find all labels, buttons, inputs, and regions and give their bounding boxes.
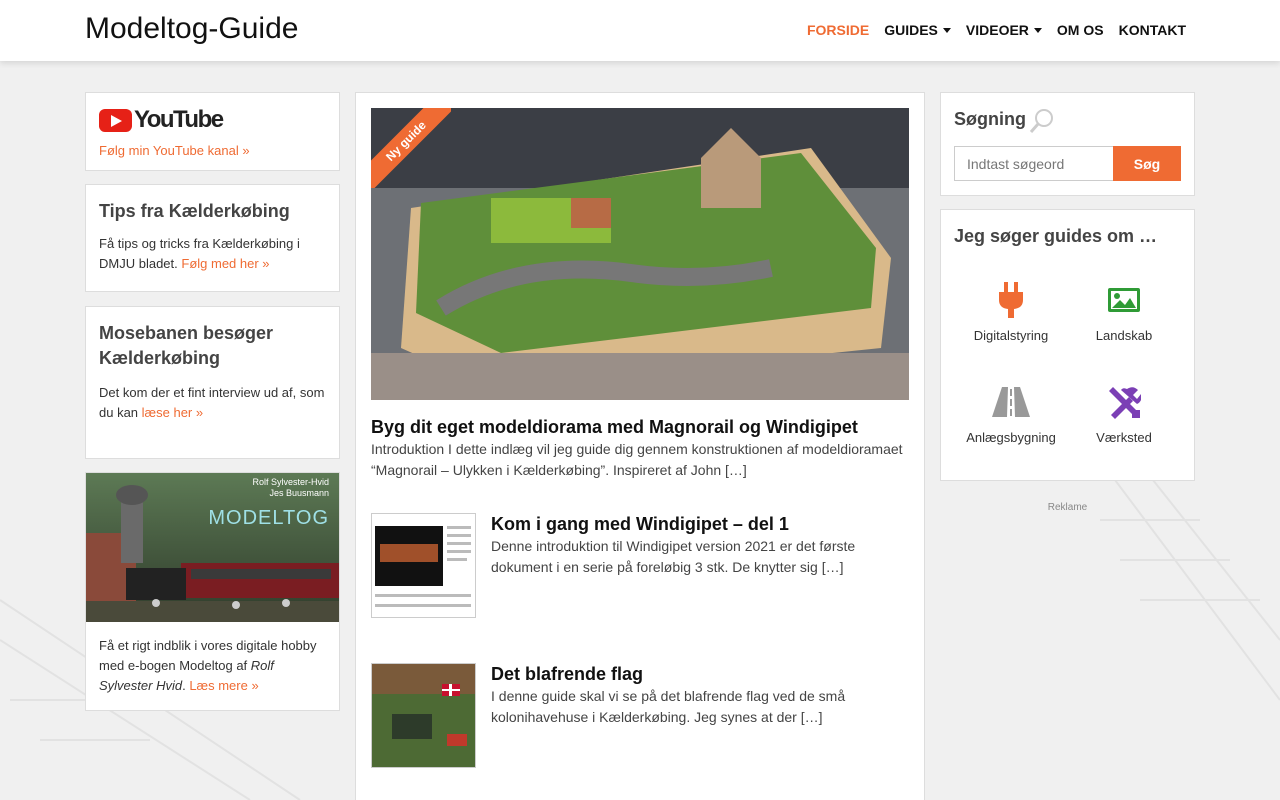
cover-author-1: Rolf Sylvester-Hvid — [252, 477, 329, 487]
categories-title: Jeg søger guides om … — [954, 226, 1158, 246]
category-label: Digitalstyring — [973, 328, 1049, 343]
category-landskab[interactable]: Landskab — [1069, 282, 1179, 343]
diorama-illustration — [371, 108, 909, 400]
featured-post-excerpt: Introduktion I dette indlæg vil jeg guid… — [371, 441, 903, 478]
nav-label: FORSIDE — [806, 22, 870, 38]
mosebanen-link[interactable]: læse her » — [142, 405, 203, 420]
post-thumbnail-windigipet[interactable] — [371, 513, 476, 618]
image-icon — [1069, 282, 1179, 318]
nav-label: VIDEOER — [965, 22, 1029, 38]
nav-om-os[interactable]: OM OS — [1057, 22, 1104, 38]
nav-videoer[interactable]: VIDEOER — [966, 22, 1042, 38]
nav-kontakt[interactable]: KONTAKT — [1119, 22, 1186, 38]
ribbon-label: Ny guide — [371, 108, 451, 188]
ebook-cover-image[interactable]: Rolf Sylvester-Hvid Jes Buusmann MODELTOG — [86, 473, 339, 622]
youtube-widget: YouTube Følg min YouTube kanal » — [85, 92, 340, 171]
search-input[interactable] — [954, 146, 1114, 181]
ebook-cover-authors: Rolf Sylvester-Hvid Jes Buusmann — [252, 477, 329, 499]
youtube-play-icon — [99, 108, 132, 132]
new-guide-ribbon: Ny guide — [371, 108, 451, 188]
mosebanen-widget: Mosebanen besøger Kælderkøbing Det kom d… — [85, 306, 340, 459]
nav-forside[interactable]: FORSIDE — [807, 22, 869, 38]
windigipet-doc-illustration — [375, 526, 471, 607]
featured-post-image[interactable]: Ny guide — [371, 108, 909, 400]
tips-text: Få tips og tricks fra Kælderkøbing i DMJ… — [99, 234, 326, 274]
nav-guides[interactable]: GUIDES — [884, 22, 951, 38]
featured-post-title[interactable]: Byg dit eget modeldiorama med Magnorail … — [371, 416, 911, 438]
ebook-text-body: Få et rigt indblik i vores digitale hobb… — [99, 638, 317, 673]
post-title-windigipet[interactable]: Kom i gang med Windigipet – del 1 — [491, 513, 911, 535]
categories-widget: Jeg søger guides om … Digitalstyring Lan… — [940, 209, 1195, 481]
nav-label: GUIDES — [884, 22, 938, 38]
post-thumbnail-flag[interactable] — [371, 663, 476, 768]
ebook-link[interactable]: Læs mere » — [189, 678, 258, 693]
tips-link[interactable]: Følg med her » — [181, 256, 269, 271]
search-button[interactable]: Søg — [1113, 146, 1181, 181]
post-excerpt-flag: I denne guide skal vi se på det blafrend… — [491, 688, 846, 725]
nav-label: OM OS — [1056, 22, 1104, 38]
caret-down-icon — [942, 27, 951, 33]
tips-title: Tips fra Kælderkøbing — [99, 201, 290, 221]
flag-scene-illustration — [372, 664, 475, 767]
search-title: Søgning — [954, 109, 1026, 129]
post-excerpt-windigipet: Denne introduktion til Windigipet versio… — [491, 538, 856, 575]
ebook-text: Få et rigt indblik i vores digitale hobb… — [99, 638, 317, 693]
youtube-wordmark: YouTube — [134, 106, 224, 133]
category-label: Anlægsbygning — [966, 430, 1056, 445]
site-title[interactable]: Modeltog-Guide — [85, 12, 298, 46]
mosebanen-text-body: Det kom der et fint interview ud af, som… — [99, 385, 325, 420]
main-nav: FORSIDE GUIDES VIDEOER OM OS KONTAKT — [807, 22, 1186, 38]
search-widget: Søgning Søg — [940, 92, 1195, 196]
tips-widget: Tips fra Kælderkøbing Få tips og tricks … — [85, 184, 340, 292]
youtube-channel-link[interactable]: Følg min YouTube kanal » — [99, 143, 326, 158]
mosebanen-title: Mosebanen besøger Kælderkøbing — [99, 323, 274, 368]
road-icon — [956, 384, 1066, 420]
category-digitalstyring[interactable]: Digitalstyring — [956, 282, 1066, 343]
tools-icon — [1069, 384, 1179, 420]
cover-author-2: Jes Buusmann — [269, 488, 329, 498]
post-title-flag[interactable]: Det blafrende flag — [491, 663, 911, 685]
magnifier-icon — [1029, 109, 1053, 133]
category-label: Værksted — [1096, 430, 1152, 445]
nav-label: KONTAKT — [1118, 22, 1186, 38]
ebook-cover-title: MODELTOG — [208, 507, 329, 529]
plug-icon — [956, 282, 1066, 318]
category-label: Landskab — [1095, 328, 1153, 343]
youtube-logo[interactable]: YouTube — [99, 106, 326, 134]
mosebanen-text: Det kom der et fint interview ud af, som… — [99, 383, 326, 423]
category-vaerksted[interactable]: Værksted — [1069, 384, 1179, 445]
posts-panel: Ny guide Byg dit eget modeldiorama med M… — [355, 92, 925, 800]
top-navbar: Modeltog-Guide FORSIDE GUIDES VIDEOER OM… — [0, 0, 1280, 61]
ad-label: Reklame — [1047, 502, 1088, 513]
category-anlaegsbygning[interactable]: Anlægsbygning — [956, 384, 1066, 445]
ebook-widget: Rolf Sylvester-Hvid Jes Buusmann MODELTOG… — [85, 472, 340, 711]
caret-down-icon — [1033, 27, 1042, 33]
